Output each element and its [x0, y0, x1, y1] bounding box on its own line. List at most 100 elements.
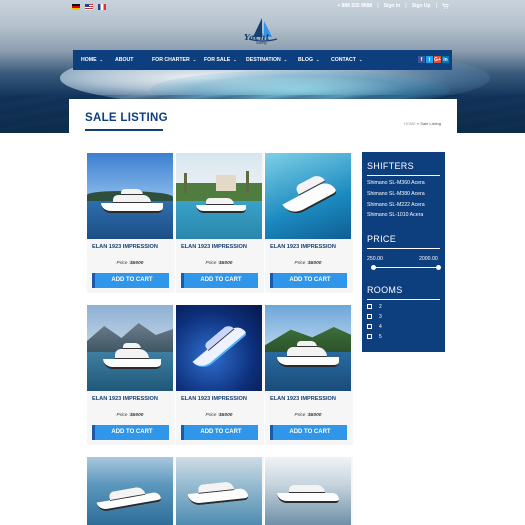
product-card: ELAN 1923 IMPRESSION Price :$5000 ADD TO… [87, 305, 175, 445]
nav-item-contact[interactable]: CONTACT ⌄ [331, 50, 362, 70]
product-name[interactable]: ELAN 1923 IMPRESSION [270, 396, 336, 402]
nav-label: FOR SALE [204, 57, 231, 63]
sign-in-link[interactable]: Sign In [384, 3, 401, 9]
product-name[interactable]: ELAN 1923 IMPRESSION [181, 244, 247, 250]
add-to-cart-button[interactable]: ADD TO CART [181, 273, 258, 288]
price-value: $5000 [308, 413, 322, 418]
room-label: 3 [379, 314, 382, 320]
top-links: + 888 555 8888 | Sign In | Sign Up | [337, 3, 449, 9]
product-card: ELAN 1923 IMPRESSION Price :$5000 ADD TO… [87, 153, 175, 293]
product-price: Price :$5000 [265, 413, 351, 418]
room-checkbox[interactable] [367, 304, 372, 309]
divider [367, 248, 440, 249]
product-card [176, 457, 264, 525]
product-price: Price :$5000 [265, 261, 351, 266]
shifter-item[interactable]: Shimano SL-M360 Acera [367, 180, 425, 186]
breadcrumb-current: Sale Listing [420, 121, 441, 126]
price-value: $5000 [219, 413, 233, 418]
room-checkbox[interactable] [367, 324, 372, 329]
nav-label: HOME [81, 57, 97, 63]
product-card [87, 457, 175, 525]
add-to-cart-button[interactable]: ADD TO CART [92, 425, 169, 440]
yacht-image[interactable] [176, 457, 262, 525]
price-slider-min-handle[interactable] [371, 265, 376, 270]
shifter-item[interactable]: Shimano SL-1010 Acera [367, 212, 423, 218]
price-value: $5000 [308, 261, 322, 266]
top-bar: + 888 555 8888 | Sign In | Sign Up | [0, 0, 525, 14]
yacht-image[interactable] [265, 457, 351, 525]
separator: | [405, 3, 407, 9]
product-card [265, 457, 353, 525]
chevron-down-icon: ⌄ [316, 57, 320, 62]
yacht-image[interactable] [87, 305, 173, 391]
product-name[interactable]: ELAN 1923 IMPRESSION [181, 396, 247, 402]
product-card: ELAN 1923 IMPRESSION Price :$5000 ADD TO… [265, 153, 353, 293]
nav-item-about[interactable]: ABOUT [115, 50, 133, 70]
facebook-icon[interactable]: f [418, 56, 425, 63]
product-name[interactable]: ELAN 1923 IMPRESSION [92, 244, 158, 250]
room-checkbox[interactable] [367, 314, 372, 319]
divider [367, 175, 440, 176]
price-value: $5000 [130, 261, 144, 266]
product-name[interactable]: ELAN 1923 IMPRESSION [270, 244, 336, 250]
nav-item-destination[interactable]: DESTINATION ⌄ [246, 50, 287, 70]
nav-item-for-charter[interactable]: FOR CHARTER ⌄ [152, 50, 196, 70]
yacht-image[interactable] [265, 305, 351, 391]
shifter-item[interactable]: Shimano SL-M222 Acera [367, 202, 425, 208]
add-to-cart-button[interactable]: ADD TO CART [270, 273, 347, 288]
product-name[interactable]: ELAN 1923 IMPRESSION [92, 396, 158, 402]
separator: | [435, 3, 437, 9]
shifters-heading: SHIFTERS [367, 161, 414, 171]
yacht-image[interactable] [265, 153, 351, 239]
rooms-heading: ROOMS [367, 285, 403, 295]
product-card: ELAN 1923 IMPRESSION Price :$5000 ADD TO… [265, 305, 353, 445]
price-label: Price : [205, 261, 220, 266]
product-price: Price :$5000 [176, 261, 262, 266]
room-checkbox[interactable] [367, 334, 372, 339]
page-title-bar: SALE LISTING HOME » Sale Listing [69, 99, 457, 133]
twitter-icon[interactable]: t [426, 56, 433, 63]
breadcrumb-home[interactable]: HOME [404, 121, 416, 126]
google-plus-icon[interactable]: G+ [434, 56, 441, 63]
price-value: $5000 [130, 413, 144, 418]
main-nav: HOME ⌄ ABOUT FOR CHARTER ⌄ FOR SALE ⌄ DE… [73, 50, 452, 70]
price-label: Price : [294, 261, 309, 266]
chevron-down-icon: ⌄ [358, 57, 363, 62]
chevron-down-icon: ⌄ [192, 57, 197, 62]
language-flags [72, 4, 106, 10]
price-min: 250.00 [367, 256, 383, 262]
flag-de-icon[interactable] [72, 4, 80, 10]
price-label: Price : [294, 413, 309, 418]
product-card: ELAN 1923 IMPRESSION Price :$5000 ADD TO… [176, 305, 264, 445]
price-slider-track[interactable] [373, 267, 439, 268]
price-slider-max-handle[interactable] [436, 265, 441, 270]
breadcrumb: HOME » Sale Listing [404, 121, 441, 126]
nav-label: DESTINATION [246, 57, 281, 63]
add-to-cart-button[interactable]: ADD TO CART [92, 273, 169, 288]
shifter-item[interactable]: Shimano SL-M380 Acera [367, 191, 425, 197]
divider [367, 299, 440, 300]
yacht-image[interactable] [87, 457, 173, 525]
phone-number: + 888 555 8888 [337, 3, 373, 9]
price-max: 2000.00 [419, 256, 438, 262]
room-label: 4 [379, 324, 382, 330]
product-price: Price :$5000 [176, 413, 262, 418]
chevron-down-icon: ⌄ [233, 57, 237, 62]
separator: | [377, 3, 379, 9]
title-underline [85, 129, 163, 131]
nav-item-blog[interactable]: BLOG ⌄ [298, 50, 319, 70]
flag-fr-icon[interactable] [98, 4, 106, 10]
nav-item-for-sale[interactable]: FOR SALE ⌄ [204, 50, 237, 70]
nav-label: FOR CHARTER [152, 57, 190, 63]
nav-item-home[interactable]: HOME ⌄ [81, 50, 103, 70]
add-to-cart-button[interactable]: ADD TO CART [270, 425, 347, 440]
chevron-down-icon: ⌄ [283, 57, 288, 62]
linkedin-icon[interactable]: in [442, 56, 449, 63]
yacht-image[interactable] [176, 305, 262, 391]
yacht-image[interactable] [87, 153, 173, 239]
cart-icon[interactable] [442, 3, 449, 9]
yacht-image[interactable] [176, 153, 262, 239]
sign-up-link[interactable]: Sign Up [412, 3, 431, 9]
add-to-cart-button[interactable]: ADD TO CART [181, 425, 258, 440]
flag-us-icon[interactable] [85, 4, 93, 10]
